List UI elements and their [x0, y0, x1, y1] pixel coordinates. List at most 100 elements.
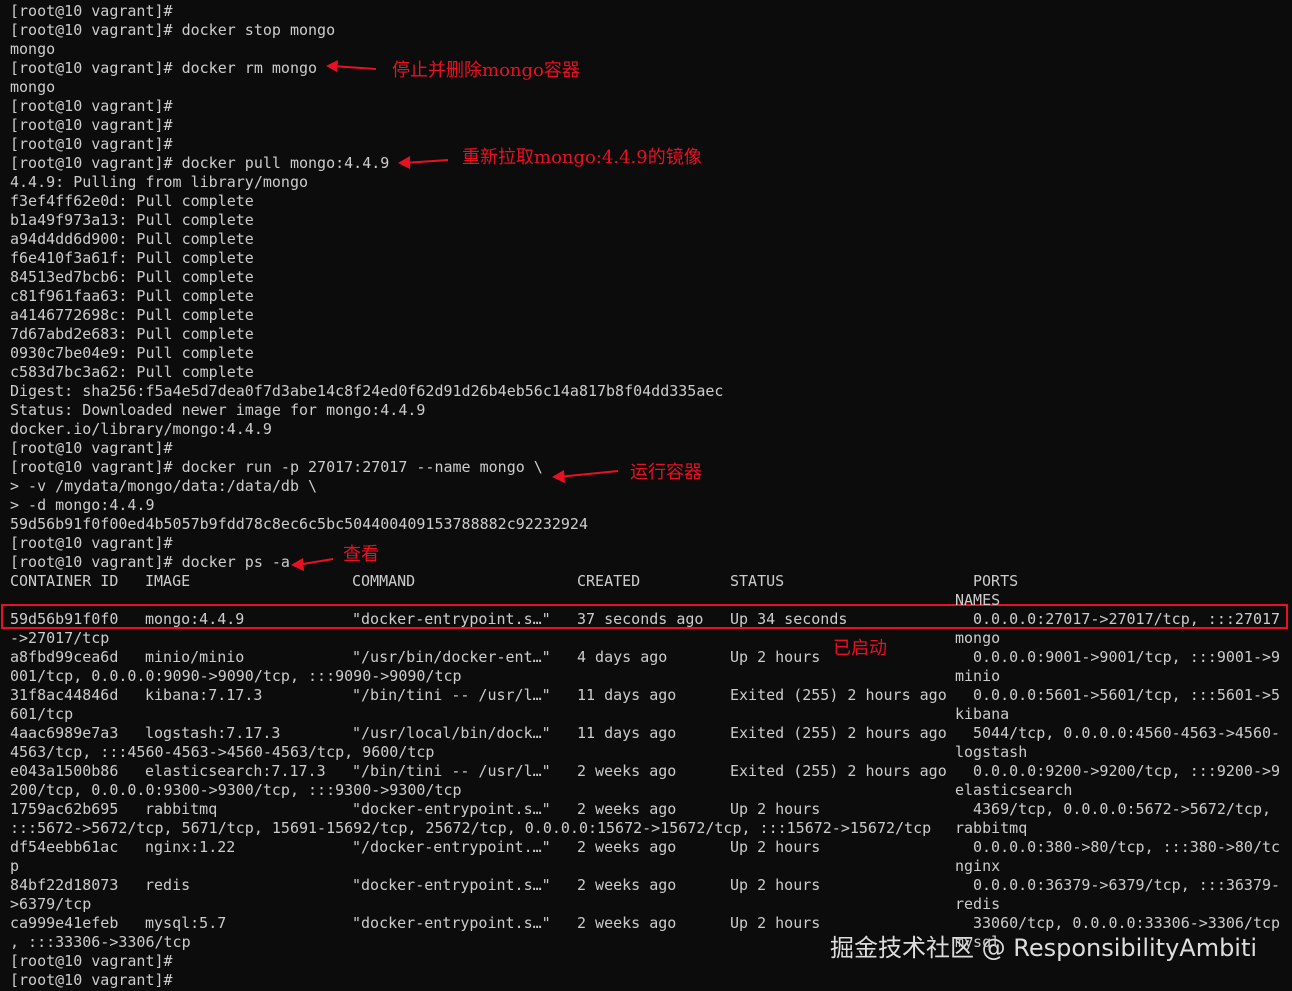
- column-header-ports: PORTS: [973, 572, 1019, 590]
- terminal-line: a94d4dd6d900: Pull complete: [10, 230, 254, 248]
- terminal-line: a4146772698c: Pull complete: [10, 306, 254, 324]
- table-row-ports: 0.0.0.0:380->80/tcp, :::380->80/tc: [973, 838, 1281, 856]
- terminal-window[interactable]: 停止并删除mongo容器 重新拉取mongo:4.4.9的镜像 运行容器 查看 …: [0, 0, 1292, 991]
- annotation-repull-image: 重新拉取mongo:4.4.9的镜像: [462, 147, 702, 168]
- annotation-stop-remove: 停止并删除mongo容器: [392, 60, 580, 81]
- table-row-command: "/bin/tini -- /usr/l…": [352, 762, 551, 780]
- terminal-line: 59d56b91f0f00ed4b5057b9fdd78c8ec6c5bc504…: [10, 515, 588, 533]
- table-row-status: Exited (255) 2 hours ago: [730, 686, 947, 704]
- terminal-line: [root@10 vagrant]#: [10, 2, 173, 20]
- table-row-ports: 0.0.0.0:36379->6379/tcp, :::36379-: [973, 876, 1281, 894]
- table-row-image: mysql:5.7: [145, 914, 227, 932]
- terminal-line: b1a49f973a13: Pull complete: [10, 211, 254, 229]
- annotation-run-container: 运行容器: [630, 462, 702, 483]
- terminal-line: mongo: [10, 78, 56, 96]
- table-row-created: 2 weeks ago: [577, 762, 677, 780]
- table-row-name: redis: [955, 895, 1001, 913]
- terminal-line: [root@10 vagrant]#: [10, 952, 173, 970]
- table-row-ports-wrap: :::5672->5672/tcp, 5671/tcp, 15691-15692…: [10, 819, 932, 837]
- table-row-image: logstash:7.17.3: [145, 724, 281, 742]
- table-row-container-id: ca999e41efeb: [10, 914, 119, 932]
- table-row-status: Up 2 hours: [730, 648, 821, 666]
- terminal-line: [root@10 vagrant]# docker rm mongo: [10, 59, 318, 77]
- column-header-names: NAMES: [955, 591, 1001, 609]
- table-row-image: mongo:4.4.9: [145, 610, 245, 628]
- terminal-line: f3ef4ff62e0d: Pull complete: [10, 192, 254, 210]
- terminal-line: [root@10 vagrant]# docker ps -a: [10, 553, 290, 571]
- terminal-line: [root@10 vagrant]# docker pull mongo:4.4…: [10, 154, 390, 172]
- terminal-line: c81f961faa63: Pull complete: [10, 287, 254, 305]
- terminal-line: Digest: sha256:f5a4e5d7dea0f7d3abe14c8f2…: [10, 382, 724, 400]
- table-row-name: rabbitmq: [955, 819, 1028, 837]
- table-row-ports-wrap: p: [10, 857, 20, 875]
- table-row-ports: 0.0.0.0:27017->27017/tcp, :::27017: [973, 610, 1281, 628]
- table-row-created: 2 weeks ago: [577, 838, 677, 856]
- table-row-name: mongo: [955, 629, 1001, 647]
- table-row-name: elasticsearch: [955, 781, 1073, 799]
- table-row-command: "docker-entrypoint.s…": [352, 610, 551, 628]
- table-row-image: redis: [145, 876, 191, 894]
- table-row-created: 2 weeks ago: [577, 800, 677, 818]
- table-row-command: "docker-entrypoint.s…": [352, 876, 551, 894]
- terminal-line: [root@10 vagrant]#: [10, 971, 173, 989]
- table-row-status: Up 2 hours: [730, 800, 821, 818]
- table-row-container-id: df54eebb61ac: [10, 838, 119, 856]
- table-row-container-id: 59d56b91f0f0: [10, 610, 119, 628]
- table-row-ports: 0.0.0.0:9001->9001/tcp, :::9001->9: [973, 648, 1281, 666]
- arrow-left-icon: [326, 60, 377, 72]
- table-row-name: mysql: [955, 933, 1001, 951]
- table-row-created: 11 days ago: [577, 724, 677, 742]
- table-row-ports: 0.0.0.0:5601->5601/tcp, :::5601->5: [973, 686, 1281, 704]
- table-row-created: 2 weeks ago: [577, 876, 677, 894]
- table-row-ports: 4369/tcp, 0.0.0.0:5672->5672/tcp,: [973, 800, 1272, 818]
- table-row-command: "docker-entrypoint.s…": [352, 914, 551, 932]
- terminal-line: [root@10 vagrant]#: [10, 97, 173, 115]
- column-header-created: CREATED: [577, 572, 641, 590]
- table-row-command: "docker-entrypoint.s…": [352, 800, 551, 818]
- table-row-created: 2 weeks ago: [577, 914, 677, 932]
- table-row-command: "/bin/tini -- /usr/l…": [352, 686, 551, 704]
- terminal-line: [root@10 vagrant]#: [10, 439, 173, 457]
- terminal-line: [root@10 vagrant]# docker run -p 27017:2…: [10, 458, 543, 476]
- table-row-container-id: 84bf22d18073: [10, 876, 119, 894]
- terminal-line: [root@10 vagrant]#: [10, 534, 173, 552]
- table-row-status: Up 2 hours: [730, 838, 821, 856]
- table-row-container-id: 1759ac62b695: [10, 800, 119, 818]
- table-row-ports-wrap: , :::33306->3306/tcp: [10, 933, 191, 951]
- table-row-ports: 5044/tcp, 0.0.0.0:4560-4563->4560-: [973, 724, 1281, 742]
- table-row-ports-wrap: 200/tcp, 0.0.0.0:9300->9300/tcp, :::9300…: [10, 781, 462, 799]
- annotation-view: 查看: [343, 544, 379, 565]
- table-row-command: "/usr/local/bin/dock…": [352, 724, 551, 742]
- table-row-image: nginx:1.22: [145, 838, 236, 856]
- table-row-container-id: e043a1500b86: [10, 762, 119, 780]
- table-row-ports: 33060/tcp, 0.0.0.0:33306->3306/tcp: [973, 914, 1281, 932]
- table-row-name: nginx: [955, 857, 1001, 875]
- table-row-container-id: 4aac6989e7a3: [10, 724, 119, 742]
- terminal-line: c583d7bc3a62: Pull complete: [10, 363, 254, 381]
- arrow-left-icon: [552, 470, 619, 483]
- table-row-command: "/usr/bin/docker-ent…": [352, 648, 551, 666]
- table-row-ports-wrap: ->27017/tcp: [10, 629, 110, 647]
- annotation-started: 已启动: [833, 638, 887, 659]
- table-row-status: Exited (255) 2 hours ago: [730, 762, 947, 780]
- terminal-line: 4.4.9: Pulling from library/mongo: [10, 173, 309, 191]
- table-row-ports-wrap: 001/tcp, 0.0.0.0:9090->9090/tcp, :::9090…: [10, 667, 462, 685]
- terminal-line: [root@10 vagrant]#: [10, 135, 173, 153]
- terminal-line: Status: Downloaded newer image for mongo…: [10, 401, 426, 419]
- arrow-left-icon: [291, 558, 334, 571]
- table-row-name: minio: [955, 667, 1001, 685]
- table-row-image: kibana:7.17.3: [145, 686, 263, 704]
- column-header-command: COMMAND: [352, 572, 416, 590]
- table-row-image: rabbitmq: [145, 800, 218, 818]
- table-row-ports: 0.0.0.0:9200->9200/tcp, :::9200->9: [973, 762, 1281, 780]
- terminal-line: > -v /mydata/mongo/data:/data/db \: [10, 477, 318, 495]
- terminal-line: f6e410f3a61f: Pull complete: [10, 249, 254, 267]
- terminal-line: 0930c7be04e9: Pull complete: [10, 344, 254, 362]
- terminal-line: mongo: [10, 40, 56, 58]
- column-header-container-id: CONTAINER ID: [10, 572, 119, 590]
- terminal-line: > -d mongo:4.4.9: [10, 496, 155, 514]
- table-row-status: Exited (255) 2 hours ago: [730, 724, 947, 742]
- table-row-command: "/docker-entrypoint.…": [352, 838, 551, 856]
- table-row-image: minio/minio: [145, 648, 245, 666]
- terminal-line: 84513ed7bcb6: Pull complete: [10, 268, 254, 286]
